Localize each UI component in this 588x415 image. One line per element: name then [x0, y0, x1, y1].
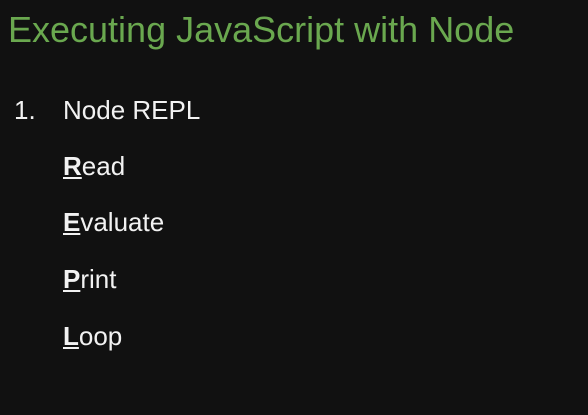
acronym-rest: valuate	[80, 207, 165, 237]
acronym-initial: P	[63, 264, 81, 294]
acronym-rest: oop	[78, 321, 123, 351]
list-item-label: Node REPL	[63, 95, 201, 125]
acronym-rest: ead	[81, 151, 126, 181]
slide-title: Executing JavaScript with Node	[8, 9, 515, 50]
presentation-slide: Executing JavaScript with Node 1. Node RE…	[0, 0, 588, 415]
acronym-initial: R	[63, 151, 82, 181]
list-item-number: 1.	[14, 95, 36, 125]
acronym-initial: E	[63, 207, 81, 237]
acronym-rest: rint	[80, 264, 117, 294]
acronym-word-loop: Loop	[63, 320, 122, 352]
list-item-node-repl: 1. Node REPL	[14, 94, 200, 126]
acronym-initial: L	[63, 321, 79, 351]
acronym-word-print: Print	[63, 263, 116, 295]
acronym-word-evaluate: Evaluate	[63, 206, 164, 238]
acronym-word-read: Read	[63, 150, 125, 182]
